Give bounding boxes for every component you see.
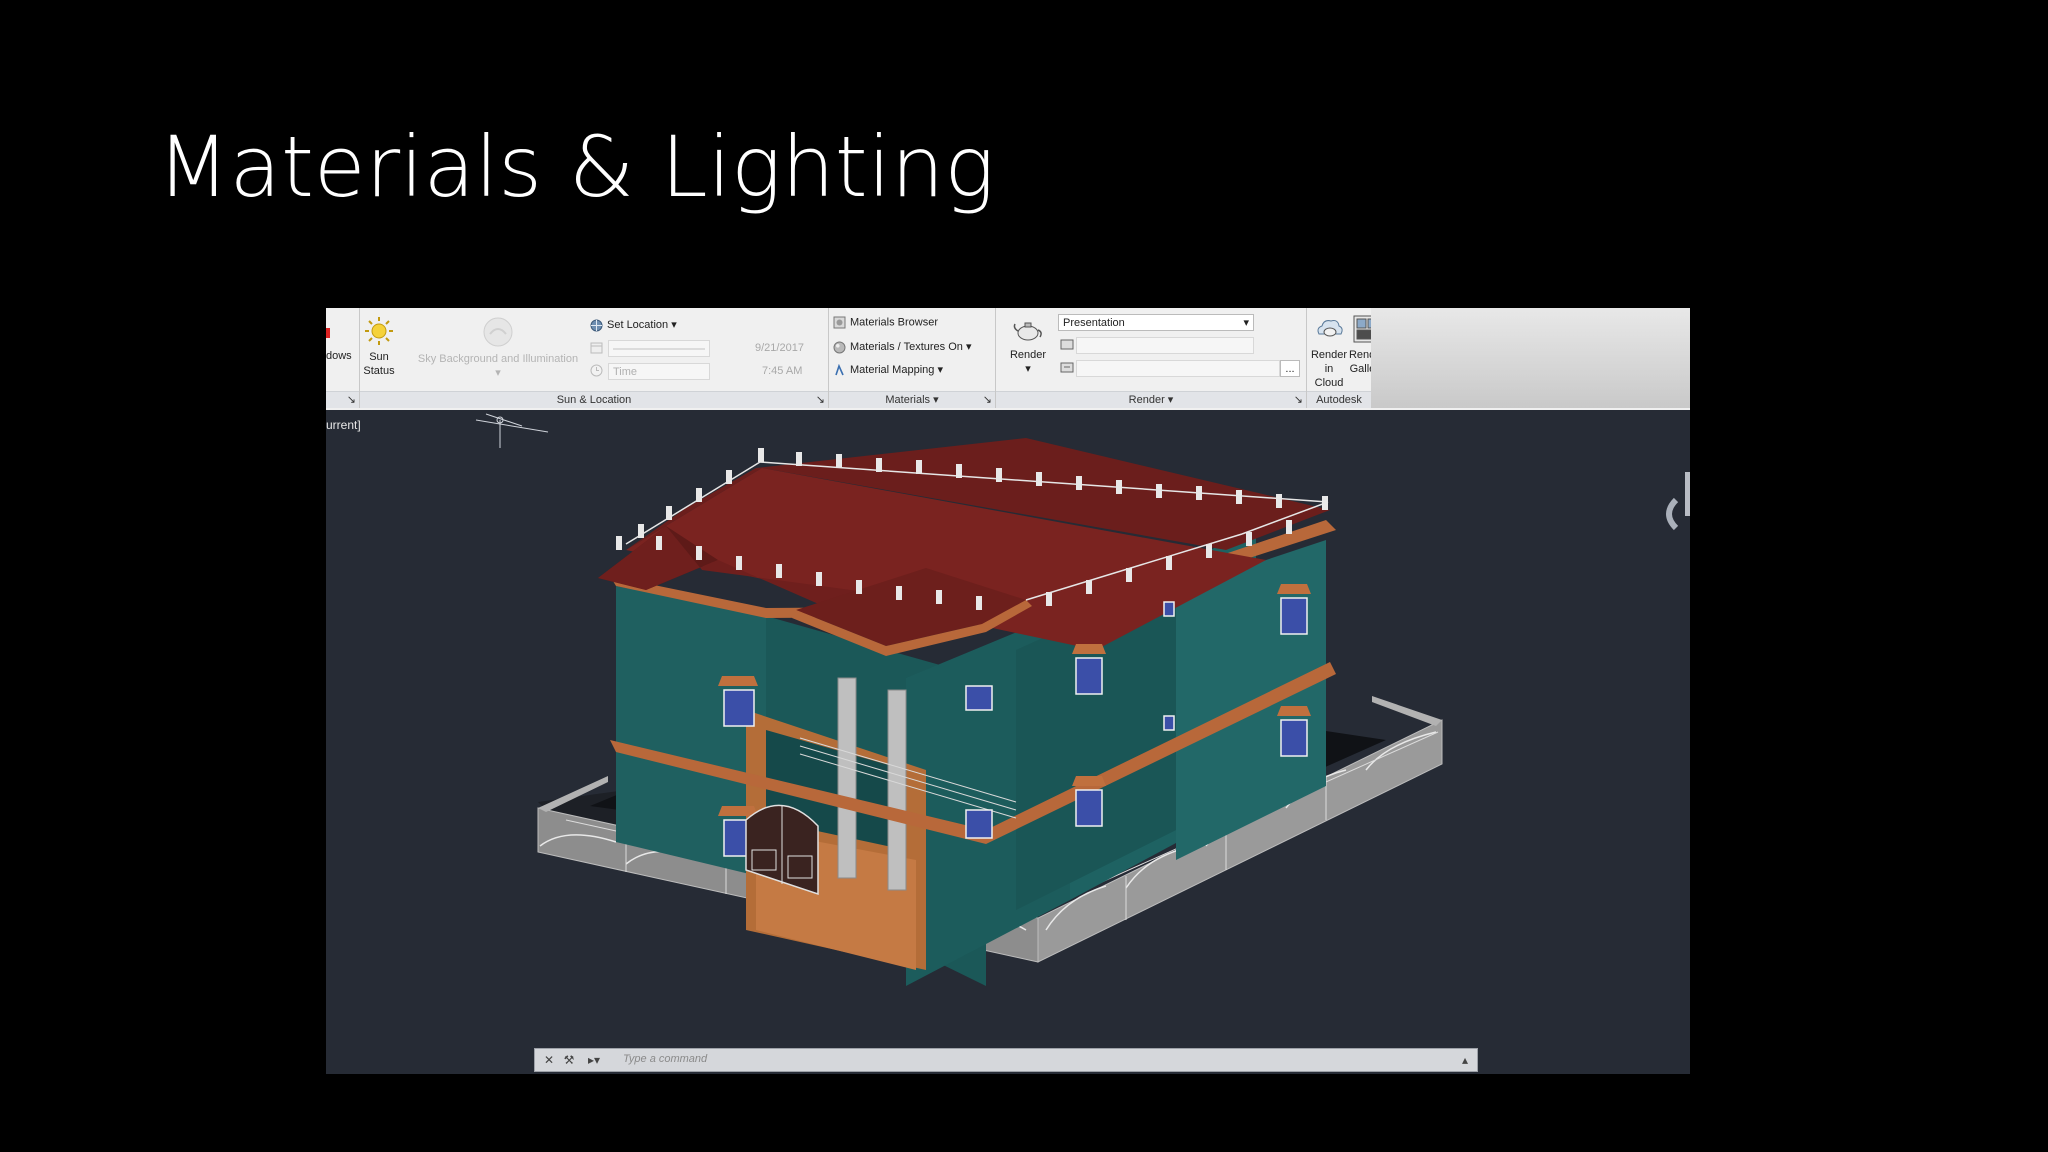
render-launcher-icon[interactable]: ↘ xyxy=(1294,392,1303,408)
date-value: 9/21/2017 xyxy=(755,342,804,354)
command-prompt-icon[interactable]: ▸▾ xyxy=(583,1052,605,1068)
date-slider[interactable] xyxy=(608,340,710,357)
sky-background-label: Sky Background and Illumination xyxy=(417,353,579,365)
time-slider[interactable]: Time xyxy=(608,363,710,380)
sun-location-panel-title: Sun & Location xyxy=(556,394,632,406)
cloud-teapot-icon xyxy=(1317,320,1343,337)
command-line[interactable]: ✕ ⚒ ▸▾ Type a command ▴ xyxy=(534,1048,1478,1072)
panel-footer-render: Render ▾ ↘ xyxy=(996,391,1306,408)
render-browse-button[interactable]: ... xyxy=(1280,360,1300,377)
sun-icon xyxy=(365,317,393,345)
clock-icon xyxy=(590,364,603,377)
render-in-cloud-button[interactable]: Render in Cloud xyxy=(1307,314,1351,390)
render-panel-title: Render xyxy=(1128,394,1165,406)
render-in-cloud-label-1: Render in xyxy=(1310,349,1348,375)
render-preset-value: Presentation xyxy=(1063,317,1125,329)
sky-background-button[interactable]: Sky Background and Illumination ▾ xyxy=(408,316,588,380)
ribbon-panel-materials: Materials Browser Materials / Textures O… xyxy=(829,308,996,408)
command-input[interactable]: Type a command xyxy=(623,1053,707,1065)
ucs-icon xyxy=(475,413,549,448)
ribbon-panel-sun-location: Sun Status Sky Background and Illuminati… xyxy=(360,308,829,408)
ribbon-panel-partial: dows ↘ xyxy=(326,308,360,408)
materials-panel-dropdown-icon[interactable]: ▾ xyxy=(933,394,939,406)
autocad-screenshot: dows ↘ Sun Status Sky Background and Ill… xyxy=(326,308,1690,1074)
sun-status-label-1: Sun xyxy=(369,351,389,363)
sky-dropdown-icon: ▾ xyxy=(495,367,501,379)
render-label: Render xyxy=(1009,349,1047,361)
chevron-up-icon[interactable]: ▴ xyxy=(1457,1052,1473,1068)
viewcube-icon[interactable] xyxy=(1666,472,1690,531)
render-path-icon xyxy=(1060,362,1074,373)
ribbon-panel-render: Render ▾ Presentation ▾ ... Render ▾ ↘ xyxy=(996,308,1307,408)
render-output-icon xyxy=(1060,339,1074,350)
panel-footer-sun-location: Sun & Location ↘ xyxy=(360,391,828,408)
time-field-text: Time xyxy=(613,366,638,378)
materials-textures-button[interactable]: Materials / Textures On ▾ xyxy=(833,340,972,354)
render-output-size-field[interactable] xyxy=(1076,337,1254,354)
slide-title: Materials & Lighting xyxy=(157,118,995,216)
dialog-launcher-icon[interactable]: ↘ xyxy=(347,392,356,408)
sphere-icon xyxy=(833,341,846,354)
globe-icon xyxy=(590,319,603,332)
render-in-cloud-label-2: Cloud xyxy=(1314,377,1344,389)
ribbon-panel-autodesk-360: Render in Cloud Render Gallery Autodesk … xyxy=(1307,308,1385,422)
material-mapping-button[interactable]: Material Mapping ▾ xyxy=(833,363,943,377)
materials-browser-button[interactable]: Materials Browser xyxy=(833,316,938,329)
material-mapping-dropdown-icon: ▾ xyxy=(937,364,943,376)
close-icon[interactable]: ✕ xyxy=(541,1052,557,1068)
wrench-icon[interactable]: ⚒ xyxy=(561,1052,577,1068)
ribbon: dows ↘ Sun Status Sky Background and Ill… xyxy=(326,308,1690,422)
materials-textures-label: Materials / Textures On xyxy=(850,341,963,353)
sky-icon xyxy=(483,317,513,347)
set-location-label: Set Location xyxy=(607,319,669,331)
drawing-viewport[interactable]: urrent] ✕ ⚒ ▸▾ Type a command ▴ xyxy=(326,410,1690,1074)
render-output-path-field[interactable] xyxy=(1076,360,1280,377)
render-panel-dropdown-icon[interactable]: ▾ xyxy=(1168,394,1174,406)
panel-footer-materials: Materials ▾ ↘ xyxy=(829,391,995,408)
panel-footer-partial: ↘ xyxy=(326,391,359,408)
render-preset-chevron-down-icon: ▾ xyxy=(1243,317,1249,329)
materials-browser-label: Materials Browser xyxy=(850,316,939,329)
sun-location-launcher-icon[interactable]: ↘ xyxy=(816,392,825,408)
set-location-button[interactable]: Set Location ▾ xyxy=(590,318,677,332)
date-slider-track xyxy=(613,348,705,350)
house-3d-model xyxy=(475,413,1690,986)
teapot-icon xyxy=(1013,322,1042,341)
sun-status-label-2: Status xyxy=(363,365,395,377)
render-button[interactable]: Render ▾ xyxy=(1004,316,1052,376)
time-value: 7:45 AM xyxy=(762,365,803,377)
material-mapping-label: Material Mapping xyxy=(850,364,935,376)
materials-launcher-icon[interactable]: ↘ xyxy=(983,392,992,408)
partial-label[interactable]: dows xyxy=(326,350,352,362)
materials-textures-dropdown-icon: ▾ xyxy=(965,341,972,353)
ribbon-empty-area xyxy=(1371,308,1690,408)
render-dropdown-icon: ▾ xyxy=(1025,363,1031,375)
panel-footer-autodesk-360: Autodesk 360 xyxy=(1307,391,1371,422)
red-marker-icon xyxy=(326,328,330,338)
mapping-icon xyxy=(835,363,844,375)
render-preset-select[interactable]: Presentation ▾ xyxy=(1058,314,1254,331)
materials-browser-icon xyxy=(833,316,846,329)
set-location-dropdown-icon: ▾ xyxy=(671,319,677,331)
calendar-icon xyxy=(590,342,603,354)
materials-panel-title: Materials xyxy=(885,394,931,406)
sun-status-button[interactable]: Sun Status xyxy=(362,316,396,378)
